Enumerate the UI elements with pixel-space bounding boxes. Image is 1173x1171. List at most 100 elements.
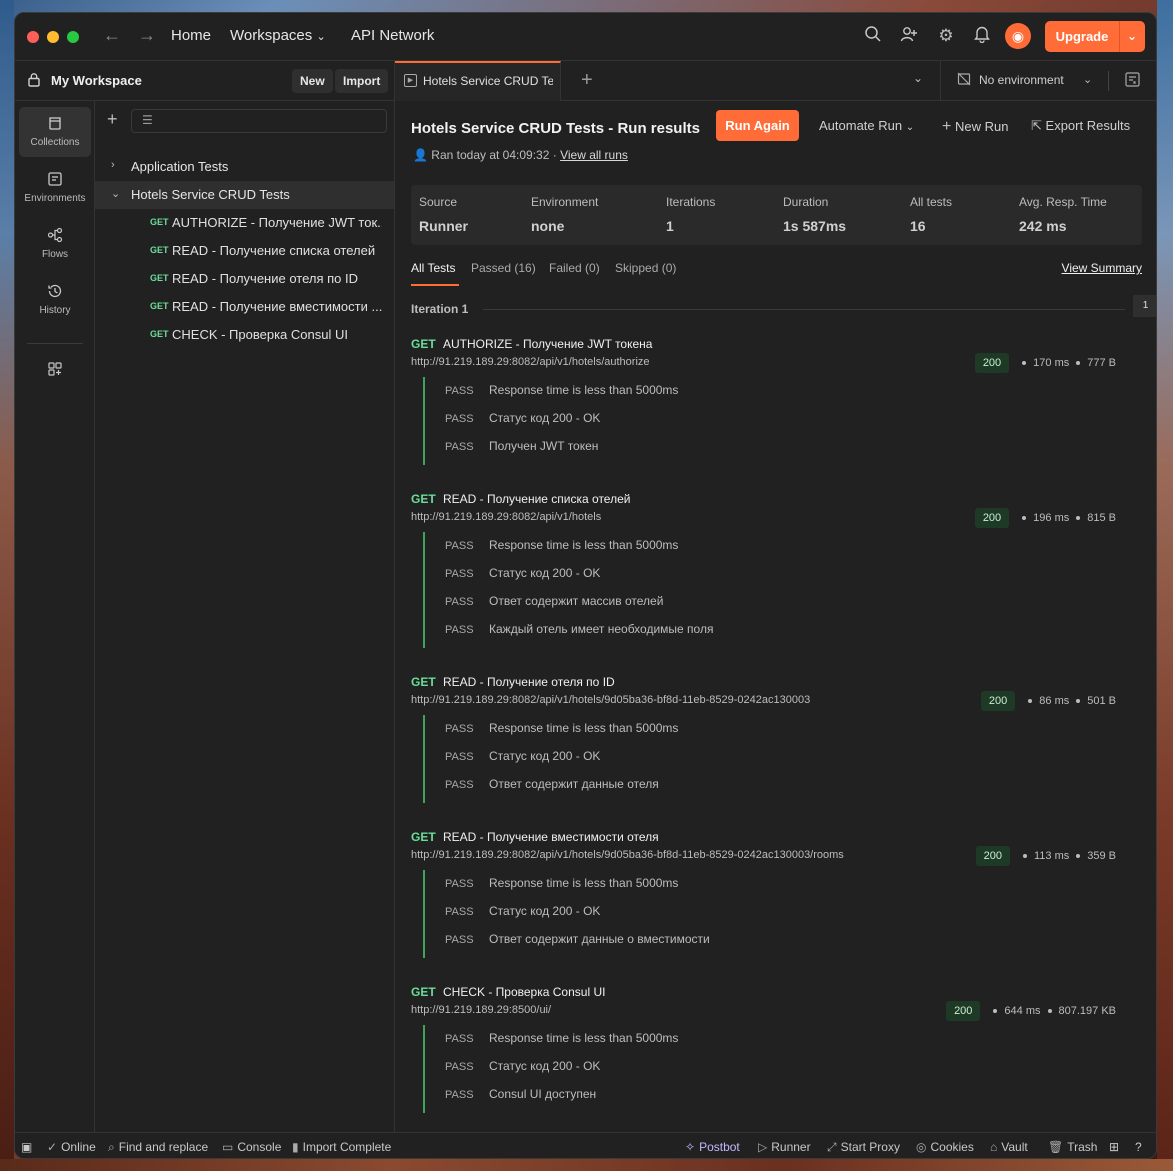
tests-passed-bar [423,532,425,648]
rail-item-collections[interactable]: Collections [19,107,91,157]
new-run-button[interactable]: + New Run [942,118,1008,136]
status-online[interactable]: ✓ Online [47,1140,96,1154]
tree-request-item[interactable]: GET CHECK - Проверка Consul UI [95,321,394,349]
vault-button[interactable]: ⌂ Vault [990,1140,1028,1154]
new-tab-plus-icon[interactable]: + [581,69,593,92]
environments-icon [19,171,91,189]
environment-quick-look-icon[interactable] [1125,72,1140,90]
tree-request-item[interactable]: GET READ - Получение вместимости ... [95,293,394,321]
collections-icon [19,115,91,133]
iteration-scroll-marker[interactable]: 1 [1133,295,1156,317]
rail-item-environments[interactable]: Environments [19,163,91,213]
chevron-down-icon[interactable]: ⌄ [111,187,120,200]
test-result-row[interactable]: PASS Response time is less than 5000ms [445,1031,678,1045]
test-result-row[interactable]: PASS Каждый отель имеет необходимые поля [445,622,713,636]
test-result-row[interactable]: PASS Ответ содержит данные отеля [445,777,659,791]
tree-request-item[interactable]: GET READ - Получение списка отелей [95,237,394,265]
run-again-button[interactable]: Run Again [716,110,799,141]
tab-failed[interactable]: Failed (0) [549,261,600,275]
test-result-row[interactable]: PASS Статус код 200 - OK [445,749,600,763]
environment-selector[interactable]: No environment ⌄ [940,61,1110,101]
chevron-right-icon[interactable]: › [111,159,115,171]
upgrade-button[interactable]: Upgrade ⌄ [1045,21,1145,52]
test-result-row[interactable]: PASS Статус код 200 - OK [445,904,600,918]
request-name[interactable]: READ - Получение вместимости отеля [443,830,659,844]
test-result-row[interactable]: PASS Response time is less than 5000ms [445,383,678,397]
export-results-button[interactable]: ⇱ Export Results [1031,118,1130,134]
settings-gear-icon[interactable]: ⚙ [935,25,957,47]
close-window-button[interactable] [27,31,39,43]
tab-all-tests[interactable]: All Tests [411,261,455,275]
add-collection-plus-icon[interactable]: + [107,109,118,130]
response-time: 170 ms [1033,357,1070,369]
status-code-badge[interactable]: 200 [980,691,1016,711]
console-button[interactable]: ▭ Console [222,1140,281,1154]
tab-run-results[interactable]: ▶ Hotels Service CRUD Tes [395,61,561,101]
tab-passed[interactable]: Passed (16) [471,261,536,275]
title-bar: ← → Home Workspaces ⌄ API Network ⚙ ◉ Up… [15,13,1156,61]
tree-request-item[interactable]: GET AUTHORIZE - Получение JWT ток... [95,209,394,237]
test-result-row[interactable]: PASS Статус код 200 - OK [445,411,600,425]
new-button[interactable]: New [292,69,333,93]
tabs-chevron-down-icon[interactable]: ⌄ [913,71,923,85]
collections-filter-input[interactable]: ☰ [131,109,387,133]
toggle-sidebar-icon[interactable]: ▣ [21,1140,32,1154]
workspaces-menu[interactable]: Workspaces ⌄ [230,27,326,44]
filter-icon: ☰ [142,113,153,127]
layout-toggle-icon[interactable]: ⊞ [1109,1140,1119,1154]
rail-item-configure-workbench[interactable] [19,353,91,389]
rail-item-flows[interactable]: Flows [19,219,91,269]
chevron-down-icon[interactable]: ⌄ [1119,21,1145,52]
invite-user-icon[interactable] [898,25,920,47]
view-all-runs-link[interactable]: View all runs [560,148,628,162]
postbot-button[interactable]: ✧ Postbot [685,1140,740,1154]
test-result-row[interactable]: PASS Статус код 200 - OK [445,566,600,580]
test-result-row[interactable]: PASS Ответ содержит массив отелей [445,594,663,608]
help-icon[interactable]: ? [1135,1140,1142,1154]
test-result-row[interactable]: PASS Consul UI доступен [445,1087,596,1101]
user-avatar[interactable]: ◉ [1005,23,1031,49]
find-replace-button[interactable]: ⌕ Find and replace [108,1140,208,1155]
trash-button[interactable]: 🗑 Trash [1048,1140,1097,1154]
status-code-badge[interactable]: 200 [974,508,1010,528]
runner-button[interactable]: ▷ Runner [758,1140,811,1154]
separator-dot [1022,361,1027,366]
view-summary-link[interactable]: View Summary [1062,261,1142,275]
test-result-row[interactable]: PASS Response time is less than 5000ms [445,538,678,552]
test-name: Consul UI доступен [489,1087,597,1101]
cookies-button[interactable]: ◎ Cookies [916,1140,974,1154]
rail-item-history[interactable]: History [19,275,91,325]
api-network-link[interactable]: API Network [351,27,434,44]
status-code-badge[interactable]: 200 [946,1001,981,1021]
automate-run-button[interactable]: Automate Run ⌄ [819,118,914,133]
request-name[interactable]: READ - Получение отеля по ID [443,675,615,689]
method-badge: GET [150,301,169,311]
test-result-row[interactable]: PASS Статус код 200 - OK [445,1059,600,1073]
tree-request-item[interactable]: GET READ - Получение отеля по ID [95,265,394,293]
method-badge: GET [150,245,169,255]
request-name[interactable]: AUTHORIZE - Получение JWT токена [443,337,652,351]
tab-skipped[interactable]: Skipped (0) [615,261,676,275]
forward-arrow-icon[interactable]: → [138,25,156,46]
start-proxy-button[interactable]: ⤢ Start Proxy [827,1140,900,1155]
notification-bell-icon[interactable] [971,25,993,47]
test-result-row[interactable]: PASS Response time is less than 5000ms [445,876,678,890]
status-code-badge[interactable]: 200 [974,353,1010,373]
tab-label: Hotels Service CRUD Tes [423,74,553,88]
status-code-badge[interactable]: 200 [975,846,1010,866]
test-result-row[interactable]: PASS Response time is less than 5000ms [445,721,678,735]
test-result-row[interactable]: PASS Ответ содержит данные о вместимости [445,932,710,946]
import-button[interactable]: Import [335,69,389,93]
back-arrow-icon[interactable]: ← [103,25,121,46]
request-name[interactable]: READ - Получение списка отелей [443,492,630,506]
home-link[interactable]: Home [171,27,211,44]
request-name[interactable]: CHECK - Проверка Consul UI [443,985,605,999]
test-name: Response time is less than 5000ms [489,1031,679,1045]
search-icon[interactable] [862,25,884,47]
test-result-row[interactable]: PASS Получен JWT токен [445,439,598,453]
tree-collection-item[interactable]: ⌄ Hotels Service CRUD Tests [95,181,394,209]
minimize-window-button[interactable] [47,31,59,43]
maximize-window-button[interactable] [67,31,79,43]
import-status[interactable]: ▮ Import Complete [292,1140,391,1154]
tree-collection-item[interactable]: › Application Tests [95,153,394,181]
